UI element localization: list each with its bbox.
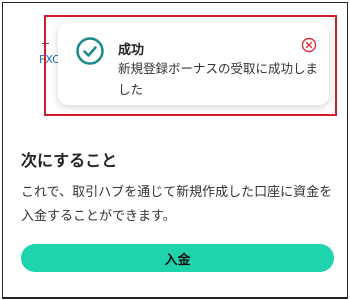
section-body: これで、取引ハブを通じて新規作成した口座に資金を入金することができます。 bbox=[21, 185, 333, 224]
deposit-button[interactable]: 入金 bbox=[21, 244, 334, 272]
highlight-box bbox=[44, 15, 337, 116]
app-screen: + FXC 成功 新規登録ボーナスの受取に成功しました 次にすること これで、取… bbox=[2, 2, 348, 299]
section-title: 次にすること bbox=[21, 151, 118, 170]
